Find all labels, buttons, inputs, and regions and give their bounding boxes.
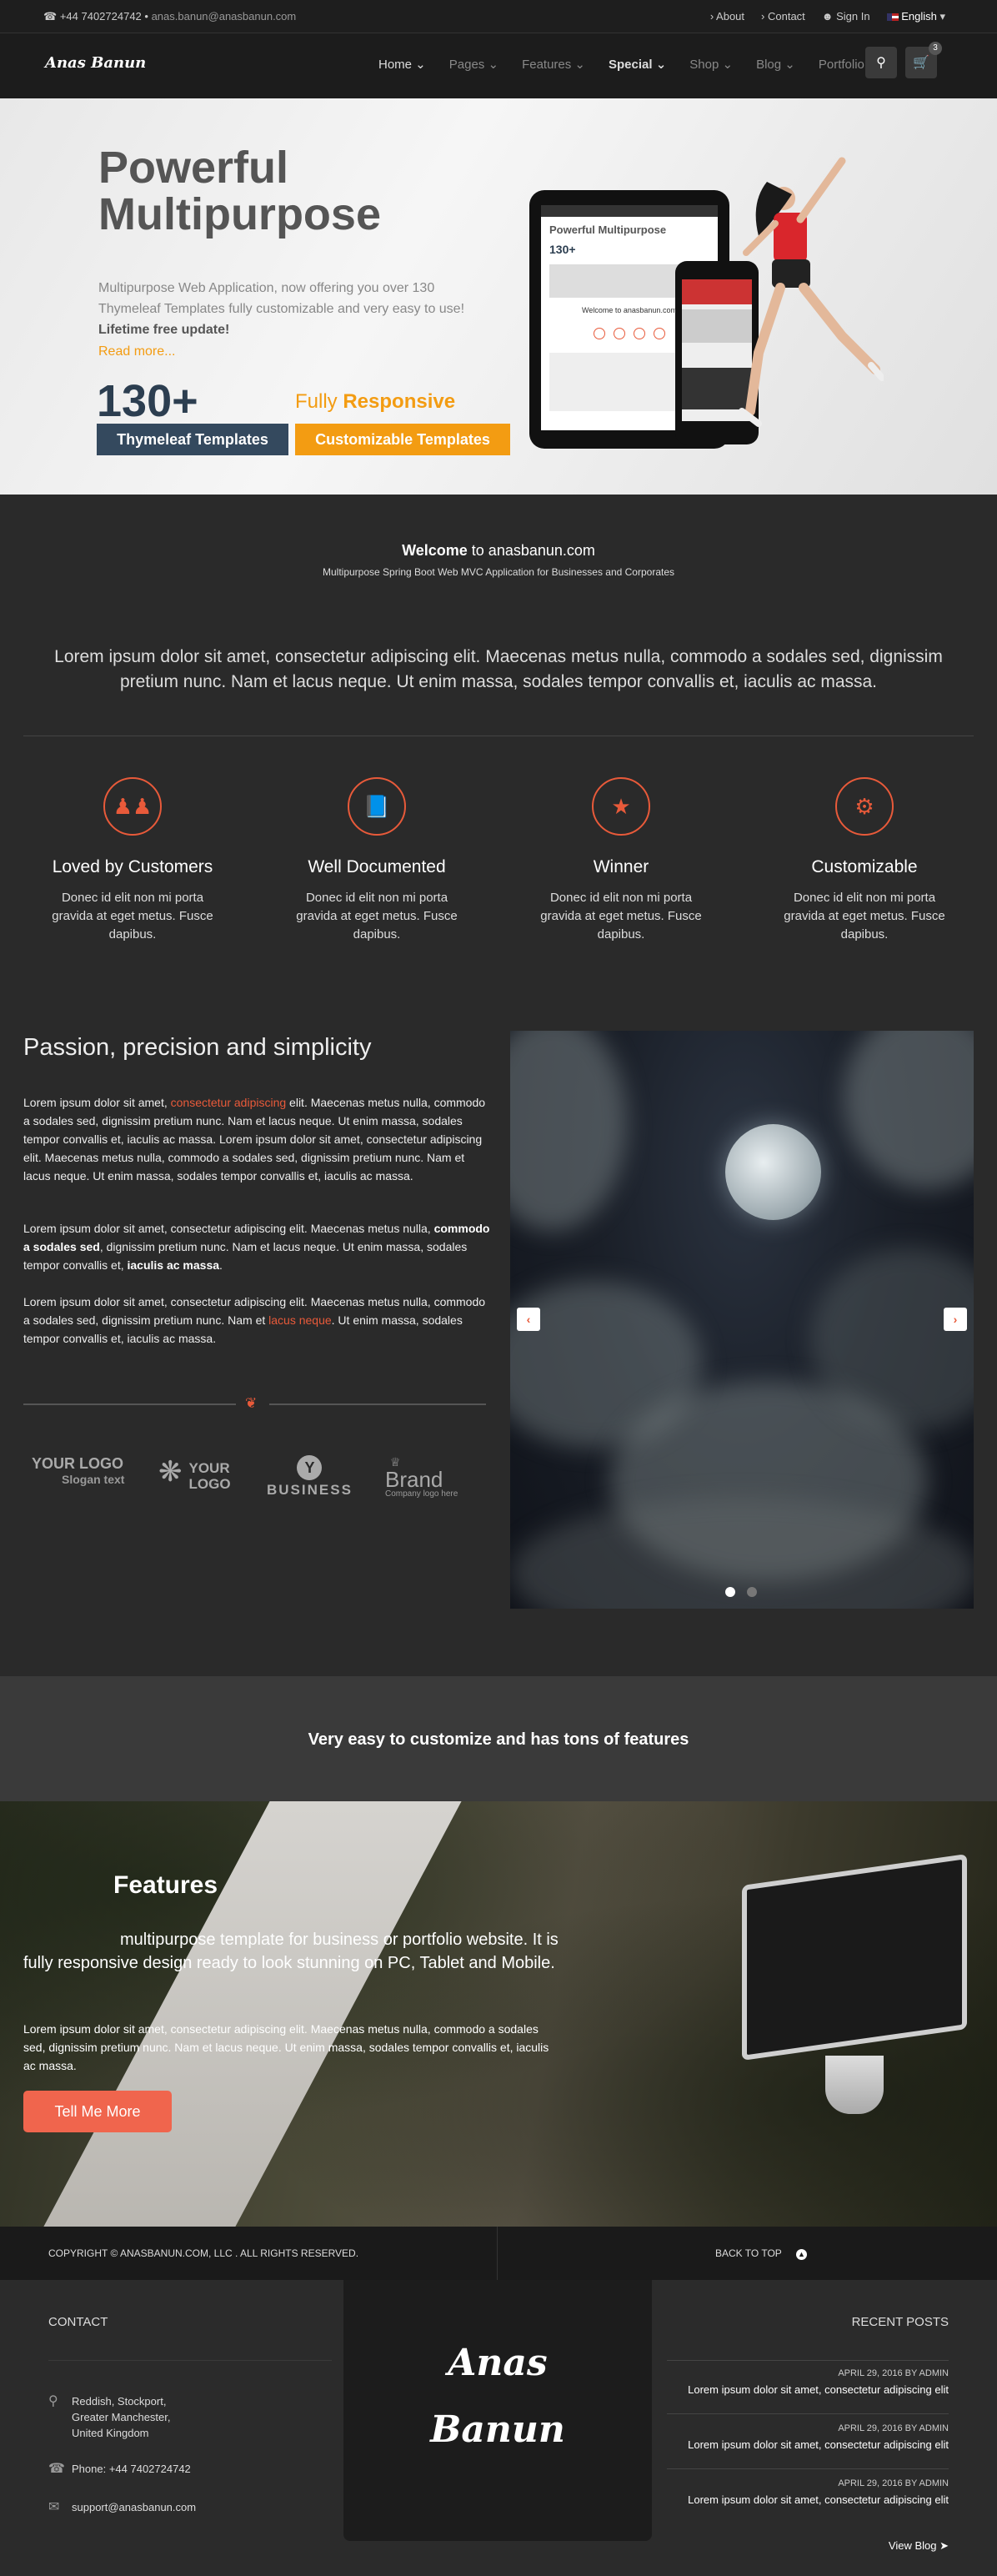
arrow-up-icon: ▲ [795,2249,807,2260]
view-blog-link[interactable]: View Blog ➤ [889,2539,949,2553]
features-section: Features multipurpose template for busin… [0,1801,997,2227]
hero-description: Multipurpose Web Application, now offeri… [98,281,465,337]
features-lead: multipurpose template for business or po… [23,1931,559,1972]
phone-icon: ☎ [48,2462,65,2476]
slider-prev-button[interactable]: ‹ [517,1308,540,1331]
top-link-contact[interactable]: › Contact [761,10,805,23]
recent-post-2[interactable]: APRIL 29, 2016 BY ADMIN Lorem ipsum dolo… [688,2423,949,2451]
contact-info: ☎ +44 7402724742 • anas.banun@anasbanun.… [43,10,297,23]
footer-logo[interactable]: Anas Banun [343,2330,652,2463]
map-pin-icon: ⚲ [48,2394,58,2408]
customizable-templates-badge: Customizable Templates [295,424,510,455]
top-bar: ☎ +44 7402724742 • anas.banun@anasbanun.… [0,0,997,33]
slider-next-button[interactable]: › [944,1308,967,1331]
leaf-divider: ❦ [23,1395,486,1412]
footer: CONTACT ⚲ Reddish, Stockport, Greater Man… [0,2280,997,2576]
back-to-top-link[interactable]: BACK TO TOP ▲ [715,2247,807,2260]
lacus-neque-link[interactable]: lacus neque [268,1313,332,1327]
users-icon: ☻ [821,10,834,23]
partner-logo-3: Y BUSINESS [267,1455,353,1505]
copyright-text: COPYRIGHT © ANASBANUN.COM, LLC . ALL RIG… [48,2247,359,2259]
main-menu: Home ⌄ Pages ⌄ Features ⌄ Special ⌄ Shop… [367,57,890,72]
thymeleaf-templates-badge: Thymeleaf Templates [97,424,288,455]
feature-loved: ♟♟ Loved by Customers Donec id elit non … [28,777,237,944]
nav-home[interactable]: Home ⌄ [367,57,438,72]
feature-winner: ★ Winner Donec id elit non mi porta grav… [517,777,725,944]
contact-heading: CONTACT [48,2315,108,2329]
slider-dot-2[interactable] [747,1587,757,1597]
hero-banner: Powerful Multipurpose Multipurpose Web A… [0,98,997,495]
footer-bar: COPYRIGHT © ANASBANUN.COM, LLC . ALL RIG… [0,2227,997,2280]
nav-features[interactable]: Features ⌄ [510,57,597,72]
top-phone: +44 7402724742 [59,10,142,23]
contact-email[interactable]: ✉ support@anasbanun.com [48,2499,196,2515]
recent-posts-heading: RECENT POSTS [851,2315,949,2329]
navbar: Anas Banun Home ⌄ Pages ⌄ Features ⌄ Spe… [0,33,997,98]
search-icon: ⚲ [876,56,886,70]
hero-title: Powerful Multipurpose [98,143,381,239]
moon-image [725,1124,821,1220]
consectetur-link[interactable]: consectetur adipiscing [171,1096,287,1109]
passion-paragraph-1: Lorem ipsum dolor sit amet, consectetur … [23,1096,486,1183]
site-logo[interactable]: Anas Banun [45,54,146,72]
passion-paragraph-3: Lorem ipsum dolor sit amet, consectetur … [23,1295,486,1345]
features-body: Lorem ipsum dolor sit amet, consectetur … [23,2022,549,2072]
contact-address: ⚲ Reddish, Stockport, Greater Manchester,… [48,2394,171,2439]
leaf-icon: ❦ [245,1395,258,1411]
nav-shop[interactable]: Shop ⌄ [678,57,744,72]
nav-special[interactable]: Special ⌄ [597,57,678,72]
partner-logo-1: YOUR LOGO Slogan text [32,1455,125,1486]
feature-customizable: ⚙ Customizable Donec id elit non mi port… [760,777,969,944]
top-links: › About › Contact ☻ Sign In English ▾ [710,10,945,23]
welcome-subtitle: Multipurpose Spring Boot Web MVC Applica… [323,566,674,578]
cart-icon: 🛒 [913,56,929,70]
cart-count-badge: 3 [929,42,942,55]
top-link-signin[interactable]: ☻ Sign In [822,10,870,23]
footer-logo-box: Anas Banun [343,2280,652,2541]
top-link-about[interactable]: › About [710,10,744,23]
slider-dot-1[interactable] [725,1587,735,1597]
envelope-icon: ✉ [48,2500,60,2514]
hero-number: 130+ [97,376,198,426]
footprint-icon: ❋ [158,1456,183,1488]
gears-icon: ⚙ [835,777,894,836]
monitor-stand [825,2056,884,2114]
tagline-text: Very easy to customize and has tons of f… [308,1730,689,1749]
users-icon: ♟♟ [103,777,162,836]
read-more-link[interactable]: Read more... [98,344,175,359]
recent-post-3[interactable]: APRIL 29, 2016 BY ADMIN Lorem ipsum dolo… [688,2478,949,2506]
book-icon: 📘 [348,777,406,836]
nav-blog[interactable]: Blog ⌄ [744,57,807,72]
flag-us-icon [886,13,899,22]
nav-pages[interactable]: Pages ⌄ [438,57,510,72]
image-slider[interactable]: ‹ › [510,1031,974,1609]
search-button[interactable]: ⚲ [865,47,897,78]
monitor-image [742,1854,967,2061]
dancer-image [739,157,884,427]
tell-me-more-button[interactable]: Tell Me More [23,2091,172,2132]
welcome-section: Welcome to anasbanun.com Multipurpose Sp… [0,542,997,578]
trophy-icon: ★ [592,777,650,836]
language-select[interactable]: English ▾ [886,10,945,23]
feature-documented: 📘 Well Documented Donec id elit non mi p… [273,777,481,944]
top-email[interactable]: anas.banun@anasbanun.com [152,10,297,23]
fully-responsive-label: Fully Responsive [295,390,456,413]
intro-text: Lorem ipsum dolor sit amet, consectetur … [54,647,943,691]
arrow-right-icon: ➤ [939,2539,949,2552]
recent-post-1[interactable]: APRIL 29, 2016 BY ADMIN Lorem ipsum dolo… [688,2368,949,2396]
tagline-band: Very easy to customize and has tons of f… [0,1676,997,1801]
cart-button[interactable]: 🛒 3 [905,42,942,78]
features-heading: Features [113,1871,218,1899]
passion-heading: Passion, precision and simplicity [23,1034,372,1061]
phone-icon: ☎ [43,10,58,23]
partner-logo-4: ♕ Brand Company logo here [385,1455,458,1499]
partner-logo-2: ❋ YOUR LOGO [158,1455,231,1505]
contact-phone: ☎ Phone: +44 7402724742 [48,2462,191,2476]
welcome-title: Welcome to anasbanun.com [402,542,595,559]
passion-paragraph-2: Lorem ipsum dolor sit amet, consectetur … [23,1222,490,1272]
